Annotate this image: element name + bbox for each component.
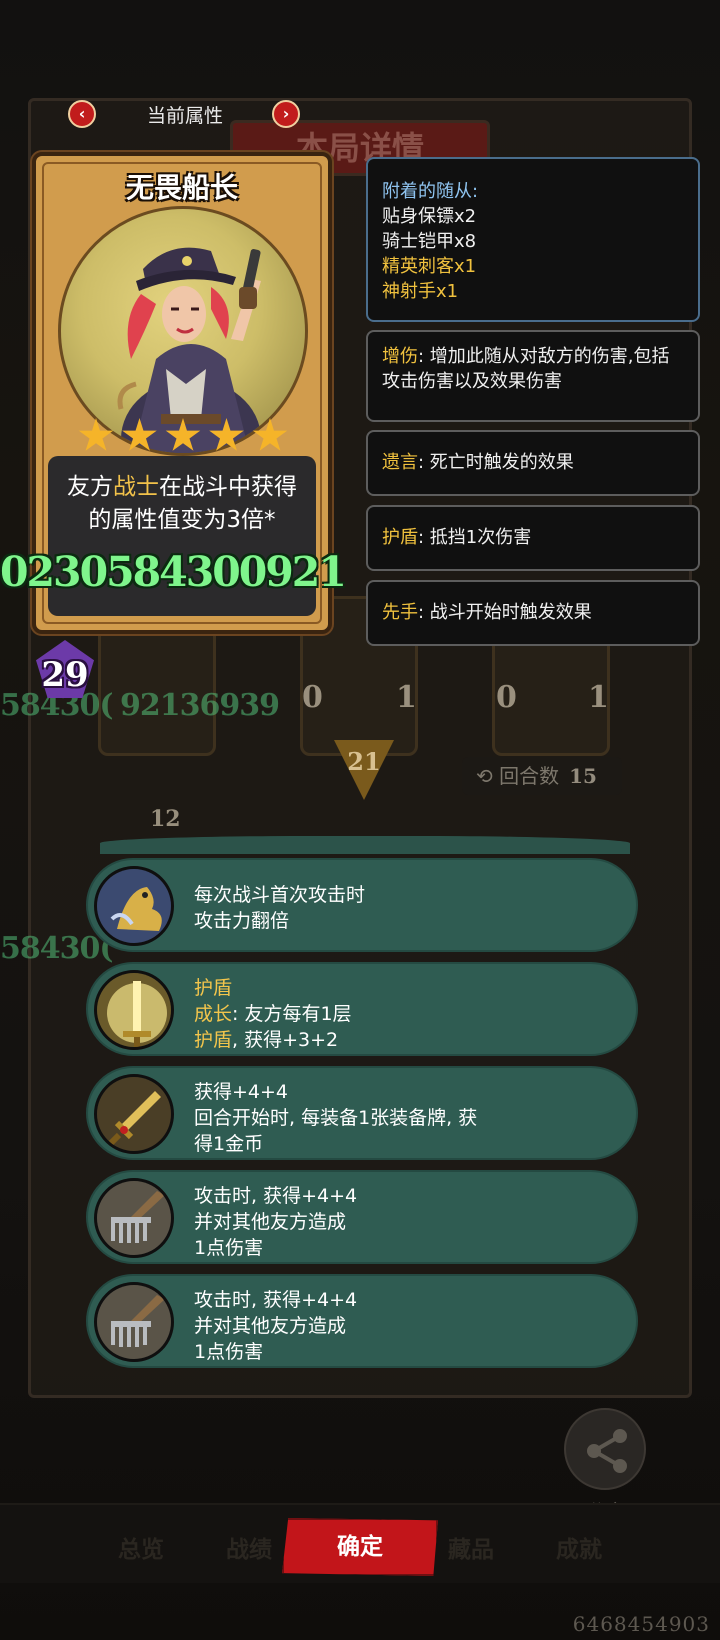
ability-row: 攻击时, 获得+4+4 并对其他友方造成 1点伤害: [86, 1274, 638, 1368]
background-floating-number: 92136939: [120, 688, 280, 723]
gold-dragon-icon: [94, 866, 174, 946]
hero-desc-keyword: 战士: [113, 474, 159, 500]
star-icon: [78, 418, 114, 451]
hero-desc-text: 在战斗中获得: [159, 474, 297, 500]
confirm-button[interactable]: 确定: [282, 1518, 438, 1576]
keyword-name: 遗言: [382, 452, 418, 473]
companions-title: 附着的随从:: [382, 181, 479, 202]
ability-line: 护盾, 获得+3+2: [194, 1027, 624, 1053]
next-arrow-icon[interactable]: ›: [272, 100, 300, 128]
ability-row: 护盾 成长: 友方每有1层 护盾, 获得+3+2: [86, 962, 638, 1056]
companion-count: x1: [436, 281, 459, 302]
keyword-panel-first-strike: 先手: 战斗开始时触发效果: [366, 580, 700, 646]
background-attack-value: 0: [496, 680, 517, 715]
ability-line: 并对其他友方造成: [194, 1315, 347, 1337]
rounds-label: 回合数: [499, 764, 560, 788]
share-button[interactable]: [564, 1408, 646, 1490]
hero-level: 29: [41, 655, 89, 695]
tab-achievements[interactable]: 成就: [556, 1530, 602, 1564]
golden-sword-icon: [94, 970, 174, 1050]
star-icon: [252, 418, 288, 451]
prev-arrow-icon[interactable]: ‹: [68, 100, 96, 128]
tab-record[interactable]: 战绩: [226, 1530, 272, 1564]
star-icon: [209, 418, 244, 451]
keyword-panel-shield: 护盾: 抵挡1次伤害: [366, 505, 700, 571]
ability-line: 攻击力翻倍: [194, 910, 290, 932]
rake-icon: [94, 1178, 174, 1258]
companion-item: 神射手x1: [382, 279, 684, 304]
floating-damage-number: 0230584300921: [0, 548, 347, 596]
companion-count: x2: [454, 206, 477, 227]
background-floating-number: 58430(: [0, 931, 114, 966]
rounds-value: 15: [569, 764, 597, 788]
refresh-icon: ⟲: [476, 764, 500, 788]
ability-list-header: [100, 836, 630, 854]
keyword-desc: : 增加此随从对敌方的伤害,包括攻击伤害以及效果伤害: [382, 346, 670, 392]
hero-description: 友方战士在战斗中获得 的属性值变为3倍*: [42, 471, 322, 537]
background-health-value: 1: [588, 680, 609, 715]
page-title: 当前属性: [146, 105, 223, 127]
companion-count: x8: [454, 231, 477, 252]
rake-icon: [94, 1282, 174, 1362]
jeweled-sword-icon: [94, 1074, 174, 1154]
ability-keyword: 护盾: [194, 1029, 233, 1051]
companion-item: 骑士铠甲x8: [382, 229, 684, 254]
companion-name: 精英刺客: [382, 256, 454, 277]
background-card-level: 12: [150, 806, 181, 832]
ability-description: 获得+4+4 回合开始时, 每装备1张装备牌, 获 得1金币: [194, 1079, 624, 1157]
companion-name: 贴身保镖: [382, 206, 454, 227]
keyword-name: 先手: [382, 602, 418, 623]
background-health-value: 1: [396, 680, 417, 715]
ability-row: 获得+4+4 回合开始时, 每装备1张装备牌, 获 得1金币: [86, 1066, 638, 1160]
hero-name: 无畏船长: [125, 171, 238, 204]
keyword-desc: : 抵挡1次伤害: [418, 527, 532, 548]
keyword-desc: : 死亡时触发的效果: [418, 452, 574, 473]
companion-item: 贴身保镖x2: [382, 204, 684, 229]
keyword-name: 增伤: [382, 346, 418, 367]
ability-line: 每次战斗首次攻击时: [194, 884, 366, 906]
star-icon: [165, 418, 201, 451]
ability-line: 得1金币: [194, 1133, 264, 1155]
rounds-counter: ⟲ 回合数 15: [462, 757, 622, 795]
ability-description: 护盾 成长: 友方每有1层 护盾, 获得+3+2: [194, 975, 624, 1053]
companions-list: 贴身保镖x2 骑士铠甲x8 精英刺客x1 神射手x1: [382, 204, 684, 304]
share-icon: [587, 1429, 627, 1473]
ability-description: 攻击时, 获得+4+4 并对其他友方造成 1点伤害: [194, 1287, 624, 1365]
ability-row: 每次战斗首次攻击时 攻击力翻倍: [86, 858, 638, 952]
companion-name: 骑士铠甲: [382, 231, 454, 252]
companion-item: 精英刺客x1: [382, 254, 684, 279]
companion-count: x1: [454, 256, 477, 277]
tab-overview[interactable]: 总览: [118, 1530, 164, 1564]
ability-line: 回合开始时, 每装备1张装备牌, 获: [194, 1107, 478, 1129]
background-attack-value: 0: [302, 680, 323, 715]
keyword-panel-deathrattle: 遗言: 死亡时触发的效果: [366, 430, 700, 496]
companion-name: 神射手: [382, 281, 436, 302]
ability-description: 每次战斗首次攻击时 攻击力翻倍: [194, 882, 624, 934]
ability-keyword: 成长: [194, 1003, 233, 1025]
ability-line: 并对其他友方造成: [194, 1211, 347, 1233]
ability-text-span: , 获得+3+2: [232, 1029, 339, 1051]
ability-line: 成长: 友方每有1层: [194, 1001, 624, 1027]
ability-line: 护盾: [194, 975, 624, 1001]
ability-text-span: : 友方每有1层: [232, 1003, 352, 1025]
keyword-name: 护盾: [382, 527, 418, 548]
keyword-desc: : 战斗开始时触发效果: [418, 602, 592, 623]
ability-row: 攻击时, 获得+4+4 并对其他友方造成 1点伤害: [86, 1170, 638, 1264]
ability-line: 1点伤害: [194, 1237, 264, 1259]
ability-keyword: 护盾: [194, 977, 233, 999]
player-id: 6468454903: [572, 1612, 710, 1636]
keyword-panel-damage-boost: 增伤: 增加此随从对敌方的伤害,包括攻击伤害以及效果伤害: [366, 330, 700, 422]
ability-line: 攻击时, 获得+4+4: [194, 1289, 358, 1311]
star-icon: [122, 418, 157, 451]
star-rating: [78, 418, 288, 458]
hero-desc-text: 友方: [67, 474, 113, 500]
attached-companions-panel: 附着的随从: 贴身保镖x2 骑士铠甲x8 精英刺客x1 神射手x1: [366, 157, 700, 322]
ability-line: 1点伤害: [194, 1341, 264, 1363]
ability-line: 获得+4+4: [194, 1081, 289, 1103]
tab-collection[interactable]: 藏品: [448, 1530, 494, 1564]
ability-line: 攻击时, 获得+4+4: [194, 1185, 358, 1207]
hero-desc-text: 的属性值变为3倍*: [88, 507, 276, 533]
ability-description: 攻击时, 获得+4+4 并对其他友方造成 1点伤害: [194, 1183, 624, 1261]
